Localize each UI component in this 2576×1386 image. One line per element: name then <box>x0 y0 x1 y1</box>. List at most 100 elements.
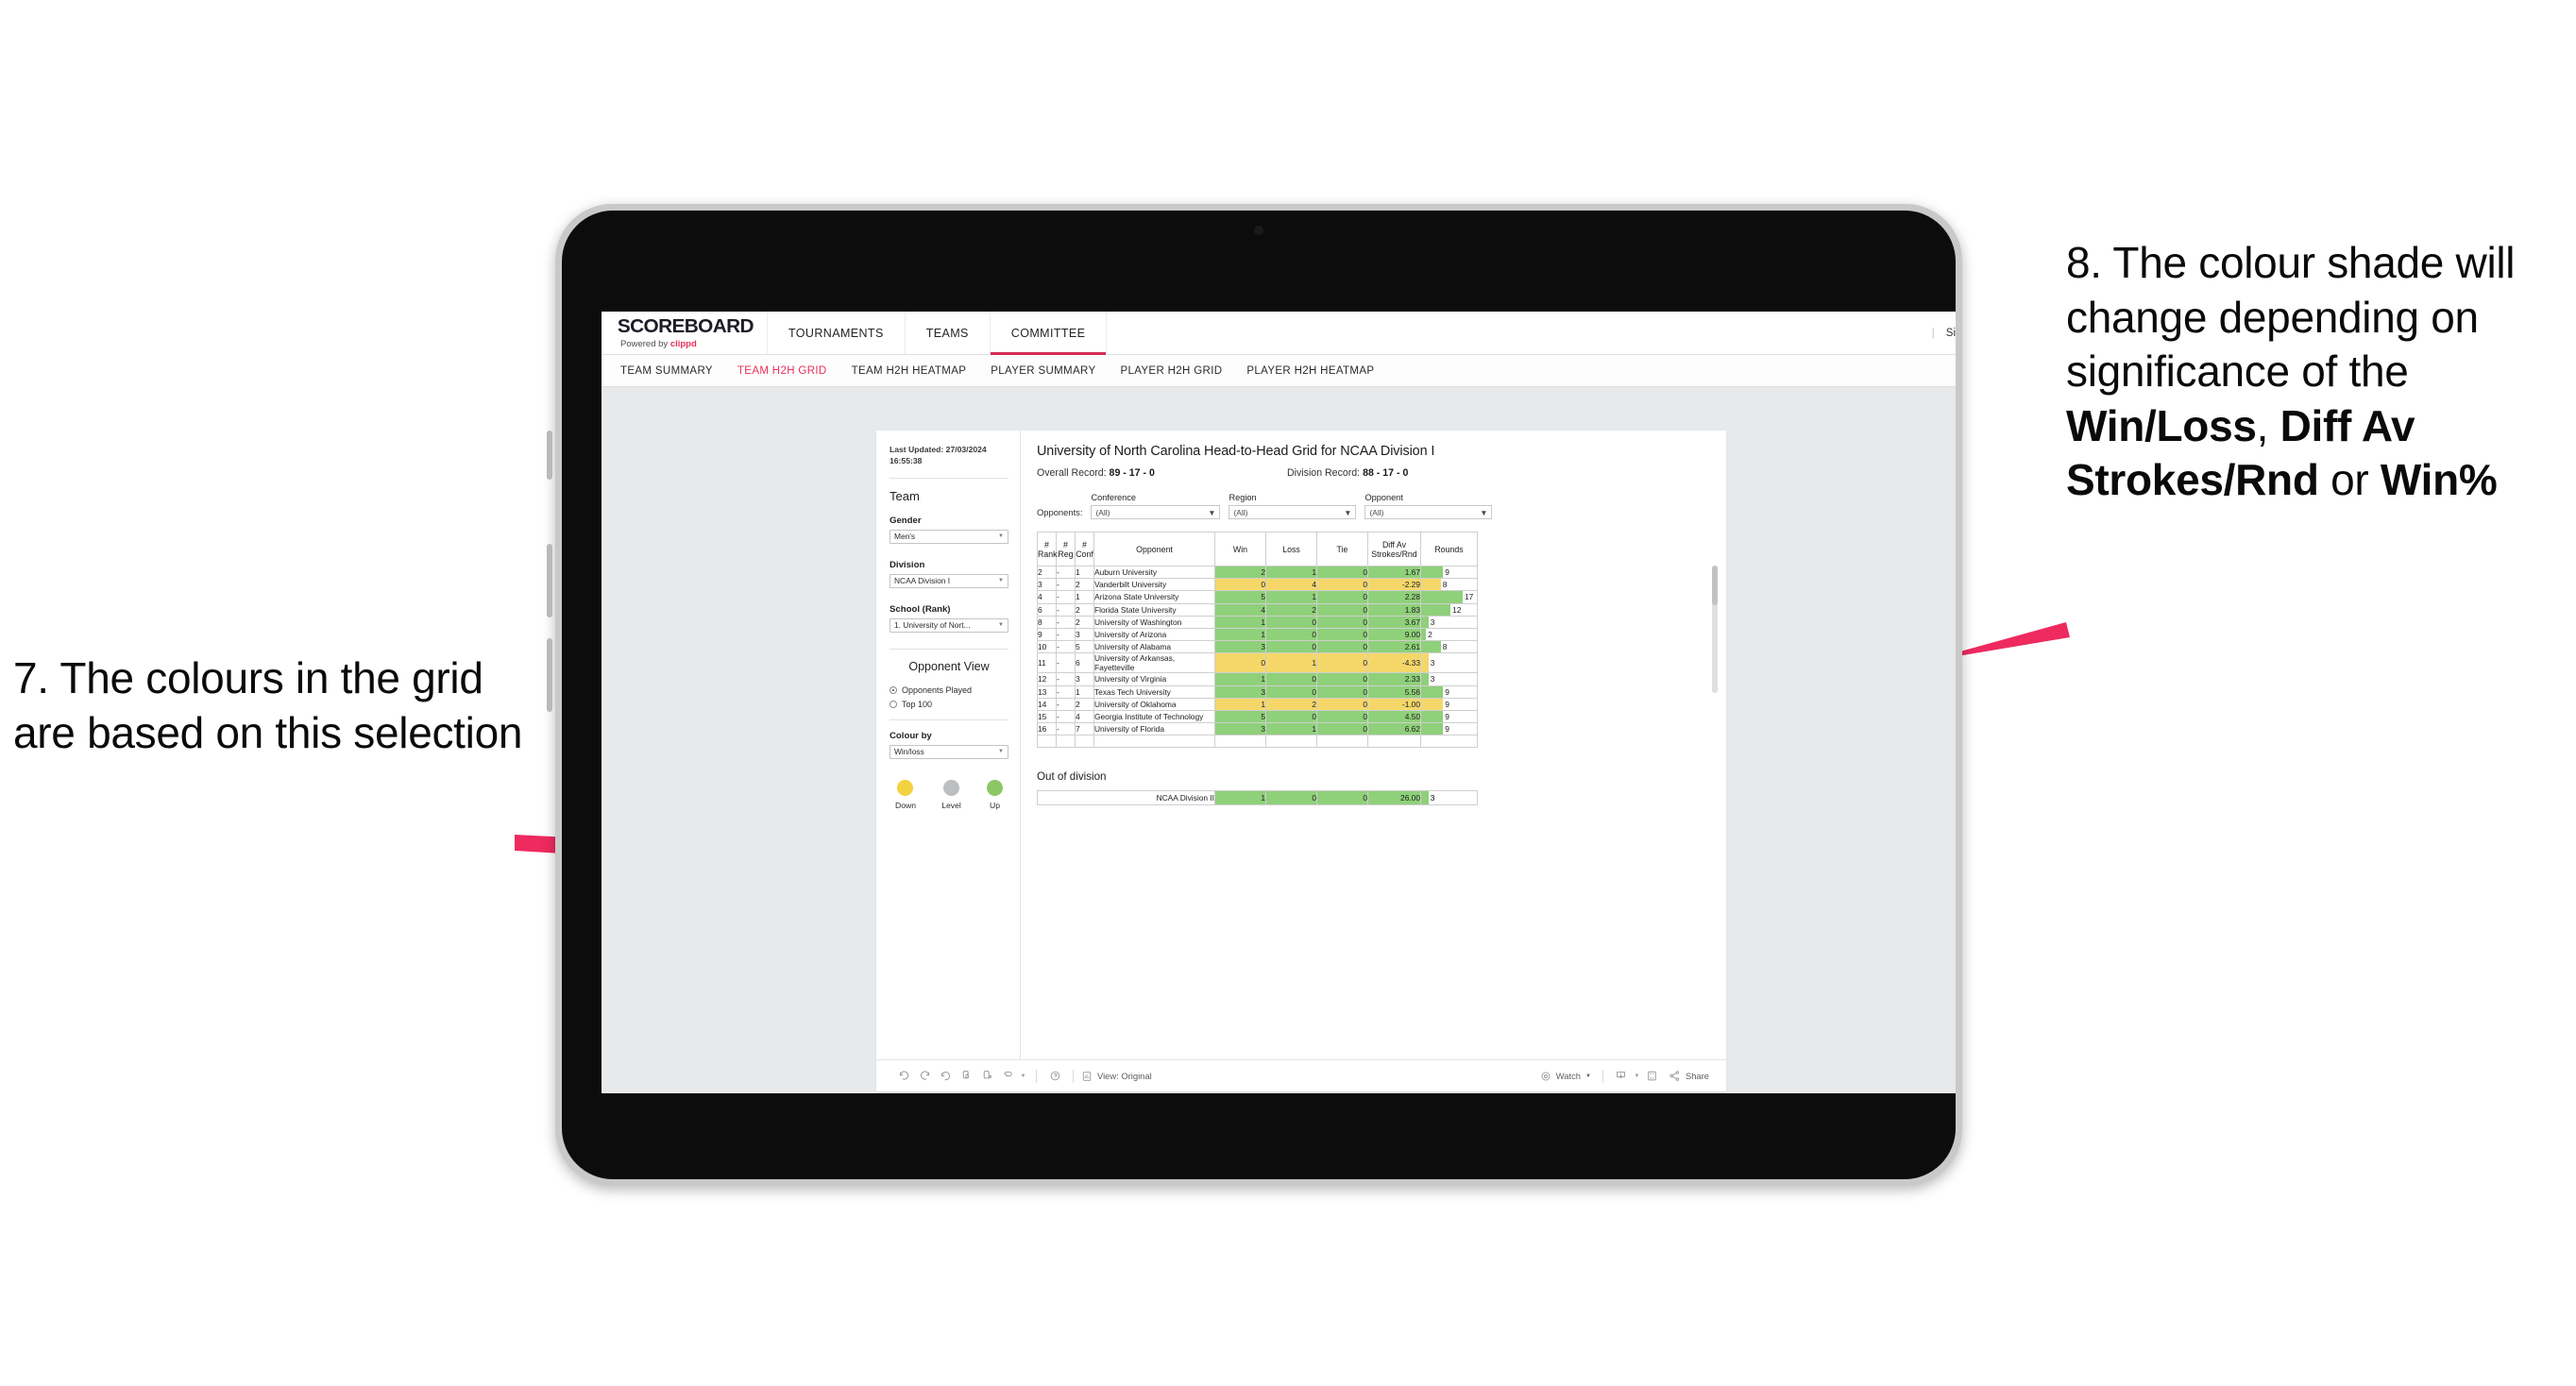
school-select[interactable]: 1. University of Nort... ▼ <box>890 617 1008 633</box>
division-record-label: Division Record: <box>1287 467 1364 479</box>
subnav-item-player-h2h-heatmap[interactable]: PLAYER H2H HEATMAP <box>1246 365 1374 377</box>
table-row[interactable]: 14-2 University of Oklahoma 1 2 0 -1.00 9 <box>1037 697 1478 711</box>
annotation-right-bold1: Win/Loss <box>2066 400 2257 450</box>
table-row[interactable]: 9-3 University of Arizona 1 0 0 9.00 2 <box>1037 627 1478 642</box>
watch-label: Watch <box>1555 1071 1582 1081</box>
subnav-item-team-h2h-grid[interactable]: TEAM H2H GRID <box>737 365 827 377</box>
subnav-item-player-summary[interactable]: PLAYER SUMMARY <box>991 365 1095 377</box>
cell-diff: 1.83 <box>1367 602 1421 617</box>
table-row[interactable]: 12-3 University of Virginia 1 0 0 2.33 3 <box>1037 672 1478 686</box>
viz-main: University of North Carolina Head-to-Hea… <box>1021 431 1726 1059</box>
legend-dot-level-icon <box>942 779 959 796</box>
cell-tie: 0 <box>1316 590 1368 604</box>
volume-down-button[interactable] <box>547 638 552 712</box>
cell-win: 3 <box>1214 640 1266 654</box>
cell-loss: 0 <box>1265 627 1317 642</box>
table-padding-row <box>1037 735 1478 749</box>
rounds-value: 3 <box>1430 674 1435 685</box>
sub-navigation-bar: TEAM SUMMARY TEAM H2H GRID TEAM H2H HEAT… <box>602 355 1956 387</box>
division-select[interactable]: NCAA Division I ▼ <box>890 573 1008 588</box>
download-icon[interactable] <box>1611 1066 1632 1087</box>
cell-opponent: University of Virginia <box>1093 672 1215 686</box>
volume-up-button[interactable] <box>547 544 552 617</box>
pad-win <box>1214 735 1266 749</box>
table-scrollbar[interactable] <box>1712 566 1718 693</box>
toolbar-right-group: Watch ▼ ▼ Share <box>1540 1066 1709 1087</box>
cell-win: 0 <box>1214 578 1266 592</box>
radio-opponents-played[interactable]: Opponents Played <box>890 685 1008 695</box>
undo-icon[interactable] <box>893 1066 914 1087</box>
overall-record: Overall Record: 89 - 17 - 0 <box>1037 467 1287 479</box>
cell-reg: - <box>1056 697 1076 711</box>
table-row[interactable]: 2-1 Auburn University 2 1 0 1.67 9 <box>1037 565 1478 580</box>
colour-by-select[interactable]: Win/loss ▼ <box>890 744 1008 759</box>
gender-select[interactable]: Men's ▼ <box>890 529 1008 544</box>
col-loss: Loss <box>1265 532 1317 566</box>
cell-tie: 0 <box>1316 565 1368 580</box>
view-original-button[interactable]: View: Original <box>1081 1071 1152 1082</box>
table-row[interactable]: 6-2 Florida State University 4 2 0 1.83 12 <box>1037 602 1478 617</box>
cell-reg: - <box>1056 565 1076 580</box>
pad-rank <box>1037 735 1057 749</box>
legend-item-down: Down <box>895 779 916 810</box>
fullscreen-icon[interactable] <box>1642 1066 1663 1087</box>
filter-region-select[interactable]: (All) ▼ <box>1229 505 1357 519</box>
brand-logo[interactable]: SCOREBOARD Powered by clippd <box>602 312 768 354</box>
table-row[interactable]: 11-6 University of Arkansas, Fayetteville… <box>1037 652 1478 674</box>
table-row[interactable]: 3-2 Vanderbilt University 0 4 0 -2.29 8 <box>1037 578 1478 592</box>
subnav-item-player-h2h-grid[interactable]: PLAYER H2H GRID <box>1120 365 1222 377</box>
cell-rank: 6 <box>1037 602 1057 617</box>
radio-top-100[interactable]: Top 100 <box>890 700 1008 709</box>
topnav-item-committee[interactable]: COMMITTEE <box>990 312 1108 355</box>
subnav-item-team-summary[interactable]: TEAM SUMMARY <box>620 365 713 377</box>
h2h-table-body: 2-1 Auburn University 2 1 0 1.67 9 3-2 Vanderbil… <box>1037 565 1478 749</box>
filter-opponent-value: (All) <box>1369 507 1384 517</box>
refresh-data-icon[interactable] <box>956 1066 976 1087</box>
cell-win: 1 <box>1214 672 1266 686</box>
share-button[interactable]: Share <box>1669 1070 1709 1082</box>
cell-rounds: 2 <box>1420 627 1478 642</box>
cell-rounds: 8 <box>1420 640 1478 654</box>
download-chevron-down-icon[interactable]: ▼ <box>1632 1066 1642 1087</box>
help-icon[interactable] <box>1044 1066 1065 1087</box>
pause-updates-icon[interactable] <box>976 1066 997 1087</box>
cell-diff: -2.29 <box>1367 578 1421 592</box>
rounds-value: 3 <box>1430 658 1435 668</box>
filter-opponent: Opponent (All) ▼ <box>1364 493 1493 519</box>
table-row[interactable]: 8-2 University of Washington 1 0 0 3.67 3 <box>1037 615 1478 629</box>
filter-opponent-select[interactable]: (All) ▼ <box>1364 505 1493 519</box>
highlight-chevron-down-icon[interactable]: ▼ <box>1018 1066 1028 1087</box>
table-scrollbar-thumb[interactable] <box>1712 566 1718 605</box>
topnav-item-tournaments[interactable]: TOURNAMENTS <box>768 312 906 354</box>
table-row[interactable]: 13-1 Texas Tech University 3 0 0 5.56 9 <box>1037 685 1478 699</box>
cell-win: 2 <box>1214 565 1266 580</box>
watch-button[interactable]: Watch ▼ <box>1540 1071 1591 1082</box>
cell-tie: 0 <box>1316 722 1368 736</box>
division-record: Division Record: 88 - 17 - 0 <box>1287 467 1408 479</box>
tableau-viz: Last Updated: 27/03/2024 16:55:38 Team G… <box>876 431 1726 1091</box>
viz-title: University of North Carolina Head-to-Hea… <box>1037 444 1435 459</box>
rounds-bar <box>1421 591 1463 603</box>
table-row[interactable]: 10-5 University of Alabama 3 0 0 2.61 8 <box>1037 640 1478 654</box>
cell-conf: 5 <box>1075 640 1094 654</box>
revert-icon[interactable] <box>935 1066 956 1087</box>
power-button[interactable] <box>547 431 552 480</box>
topnav-item-teams[interactable]: TEAMS <box>906 312 991 354</box>
col-opponent: Opponent <box>1093 532 1215 566</box>
cell-loss: 1 <box>1265 565 1317 580</box>
highlight-icon[interactable] <box>997 1066 1018 1087</box>
filter-conference-select[interactable]: (All) ▼ <box>1091 505 1221 519</box>
cell-rounds: 3 <box>1420 672 1478 686</box>
sign-out-link[interactable]: Sign out <box>1946 328 1956 339</box>
table-row[interactable]: 16-7 University of Florida 3 1 0 6.62 9 <box>1037 722 1478 736</box>
redo-icon[interactable] <box>914 1066 935 1087</box>
table-row[interactable]: 4-1 Arizona State University 5 1 0 2.28 17 <box>1037 590 1478 604</box>
subnav-item-team-h2h-heatmap[interactable]: TEAM H2H HEATMAP <box>852 365 967 377</box>
cell-rounds: 9 <box>1420 697 1478 711</box>
cell-reg: - <box>1056 640 1076 654</box>
table-row[interactable]: 15-4 Georgia Institute of Technology 5 0 0 4.… <box>1037 709 1478 724</box>
cell-tie: 0 <box>1316 685 1368 699</box>
cell-diff: 2.61 <box>1367 640 1421 654</box>
cell-tie: 0 <box>1316 652 1368 674</box>
cell-opponent: University of Arizona <box>1093 627 1215 642</box>
